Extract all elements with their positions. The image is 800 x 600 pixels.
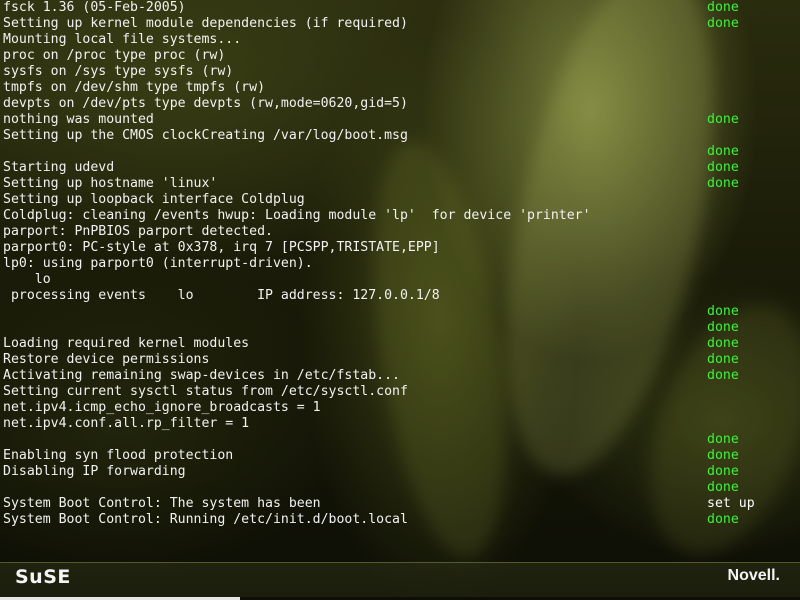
- console-line-text: System Boot Control: The system has been: [3, 496, 321, 511]
- console-line: done: [0, 320, 800, 336]
- console-line-text: net.ipv4.conf.all.rp_filter = 1: [3, 416, 250, 431]
- console-line: done: [0, 432, 800, 448]
- console-line: sysfs on /sys type sysfs (rw): [0, 64, 800, 80]
- console-line-text: lp0: using parport0 (interrupt-driven).: [3, 256, 313, 271]
- console-line-text: Setting current sysctl status from /etc/…: [3, 384, 408, 399]
- console-line-text: Coldplug: cleaning /events hwup: Loading…: [3, 208, 591, 223]
- console-line-text: proc on /proc type proc (rw): [3, 48, 226, 63]
- console-line: devpts on /dev/pts type devpts (rw,mode=…: [0, 96, 800, 112]
- boot-footer-bar: SuSE Novell.: [0, 562, 800, 600]
- console-line-status: done: [707, 112, 739, 127]
- console-line-text: System Boot Control: Running /etc/init.d…: [3, 512, 408, 527]
- console-line-status: done: [707, 432, 739, 447]
- console-line-text: Setting up hostname 'linux': [3, 176, 218, 191]
- console-line: Enabling syn flood protection done: [0, 448, 800, 464]
- console-line: Setting up loopback interface Coldplug: [0, 192, 800, 208]
- console-line-text: Setting up kernel module dependencies (i…: [3, 16, 408, 31]
- console-line-text: tmpfs on /dev/shm type tmpfs (rw): [3, 80, 266, 95]
- console-line: Restore device permissions done: [0, 352, 800, 368]
- console-line-text: parport: PnPBIOS parport detected.: [3, 224, 273, 239]
- console-line: fsck 1.36 (05-Feb-2005) done: [0, 0, 800, 16]
- suse-logo: SuSE: [15, 566, 71, 588]
- console-line-status: done: [707, 176, 739, 191]
- console-line-text: devpts on /dev/pts type devpts (rw,mode=…: [3, 96, 408, 111]
- console-line-text: Setting up the CMOS clockCreating /var/l…: [3, 128, 408, 143]
- console-line-status: done: [707, 320, 739, 335]
- console-line-status: done: [707, 512, 739, 527]
- console-line: tmpfs on /dev/shm type tmpfs (rw): [0, 80, 800, 96]
- console-line: Starting udevd done: [0, 160, 800, 176]
- boot-screen: fsck 1.36 (05-Feb-2005) done Setting up ke…: [0, 0, 800, 600]
- console-line-text: processing events lo IP address: 127.0.0…: [3, 288, 440, 303]
- console-line: Setting up hostname 'linux' done: [0, 176, 800, 192]
- console-line-text: nothing was mounted: [3, 112, 154, 127]
- console-line-text: sysfs on /sys type sysfs (rw): [3, 64, 234, 79]
- console-line-status: done: [707, 448, 739, 463]
- console-line: done: [0, 480, 800, 496]
- console-line-text: Enabling syn flood protection: [3, 448, 234, 463]
- console-line: Setting up the CMOS clockCreating /var/l…: [0, 128, 800, 144]
- console-line-status: done: [707, 160, 739, 175]
- console-line: System Boot Control: Running /etc/init.d…: [0, 512, 800, 528]
- console-line: Activating remaining swap-devices in /et…: [0, 368, 800, 384]
- console-line-status: done: [707, 304, 739, 319]
- novell-logo: Novell.: [727, 567, 780, 584]
- boot-console: fsck 1.36 (05-Feb-2005) done Setting up ke…: [0, 0, 800, 560]
- console-line-status: done: [707, 464, 739, 479]
- console-line: parport0: PC-style at 0x378, irq 7 [PCSP…: [0, 240, 800, 256]
- console-line-text: Activating remaining swap-devices in /et…: [3, 368, 400, 383]
- console-line: Setting up kernel module dependencies (i…: [0, 16, 800, 32]
- console-line: Setting current sysctl status from /etc/…: [0, 384, 800, 400]
- console-line: Coldplug: cleaning /events hwup: Loading…: [0, 208, 800, 224]
- console-line-status: done: [707, 144, 739, 159]
- console-line-text: parport0: PC-style at 0x378, irq 7 [PCSP…: [3, 240, 440, 255]
- console-line-text: Loading required kernel modules: [3, 336, 250, 351]
- console-line-text: Restore device permissions: [3, 352, 210, 367]
- console-line-status: done: [707, 0, 739, 15]
- console-line: nothing was mounted done: [0, 112, 800, 128]
- console-line: processing events lo IP address: 127.0.0…: [0, 288, 800, 304]
- console-line-status: set up: [707, 496, 755, 511]
- console-line-status: done: [707, 336, 739, 351]
- console-line-status: done: [707, 368, 739, 383]
- console-line: Mounting local file systems...: [0, 32, 800, 48]
- console-line-text: Disabling IP forwarding: [3, 464, 186, 479]
- console-line: parport: PnPBIOS parport detected.: [0, 224, 800, 240]
- console-line: proc on /proc type proc (rw): [0, 48, 800, 64]
- console-line-text: net.ipv4.icmp_echo_ignore_broadcasts = 1: [3, 400, 321, 415]
- console-line-text: Setting up loopback interface Coldplug: [3, 192, 305, 207]
- console-line: net.ipv4.icmp_echo_ignore_broadcasts = 1: [0, 400, 800, 416]
- console-line-text: lo: [3, 272, 51, 287]
- console-line: net.ipv4.conf.all.rp_filter = 1: [0, 416, 800, 432]
- console-line-text: Starting udevd: [3, 160, 115, 175]
- console-line-text: Mounting local file systems...: [3, 32, 242, 47]
- console-line-status: done: [707, 480, 739, 495]
- console-line: Loading required kernel modules done: [0, 336, 800, 352]
- console-line: lp0: using parport0 (interrupt-driven).: [0, 256, 800, 272]
- console-line-status: done: [707, 16, 739, 31]
- console-line-text: fsck 1.36 (05-Feb-2005): [3, 0, 186, 15]
- console-line: System Boot Control: The system has been…: [0, 496, 800, 512]
- console-line: Disabling IP forwarding done: [0, 464, 800, 480]
- console-line-status: done: [707, 352, 739, 367]
- console-line: lo: [0, 272, 800, 288]
- console-line: done: [0, 304, 800, 320]
- console-line: done: [0, 144, 800, 160]
